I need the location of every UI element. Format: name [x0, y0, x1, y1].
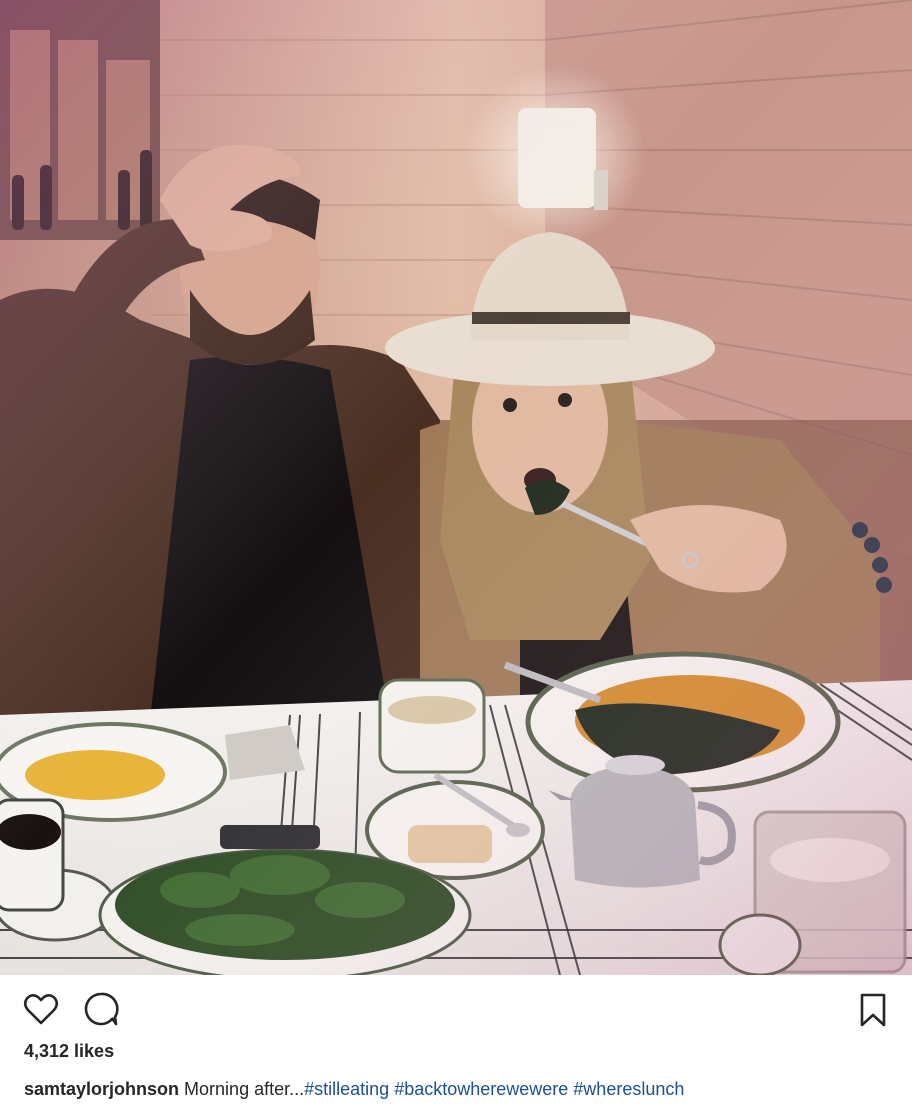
- hashtag-link[interactable]: #whereslunch: [573, 1079, 684, 1099]
- hashtag-link[interactable]: #stilleating: [304, 1079, 389, 1099]
- heart-outline-icon[interactable]: [22, 990, 60, 1028]
- hashtag-link[interactable]: #backtowherewewere: [394, 1079, 568, 1099]
- speech-bubble-icon[interactable]: [82, 990, 120, 1028]
- post-photo[interactable]: [0, 0, 912, 975]
- instagram-post: 4,312 likes samtaylorjohnson Morning aft…: [0, 0, 912, 1106]
- caption-username[interactable]: samtaylorjohnson: [24, 1079, 179, 1099]
- like-count[interactable]: 4,312 likes: [24, 1041, 114, 1062]
- bookmark-outline-icon[interactable]: [858, 992, 888, 1028]
- action-bar: [0, 975, 912, 1037]
- caption-text: Morning after...: [184, 1079, 305, 1099]
- post-caption: samtaylorjohnson Morning after...#stille…: [24, 1077, 892, 1101]
